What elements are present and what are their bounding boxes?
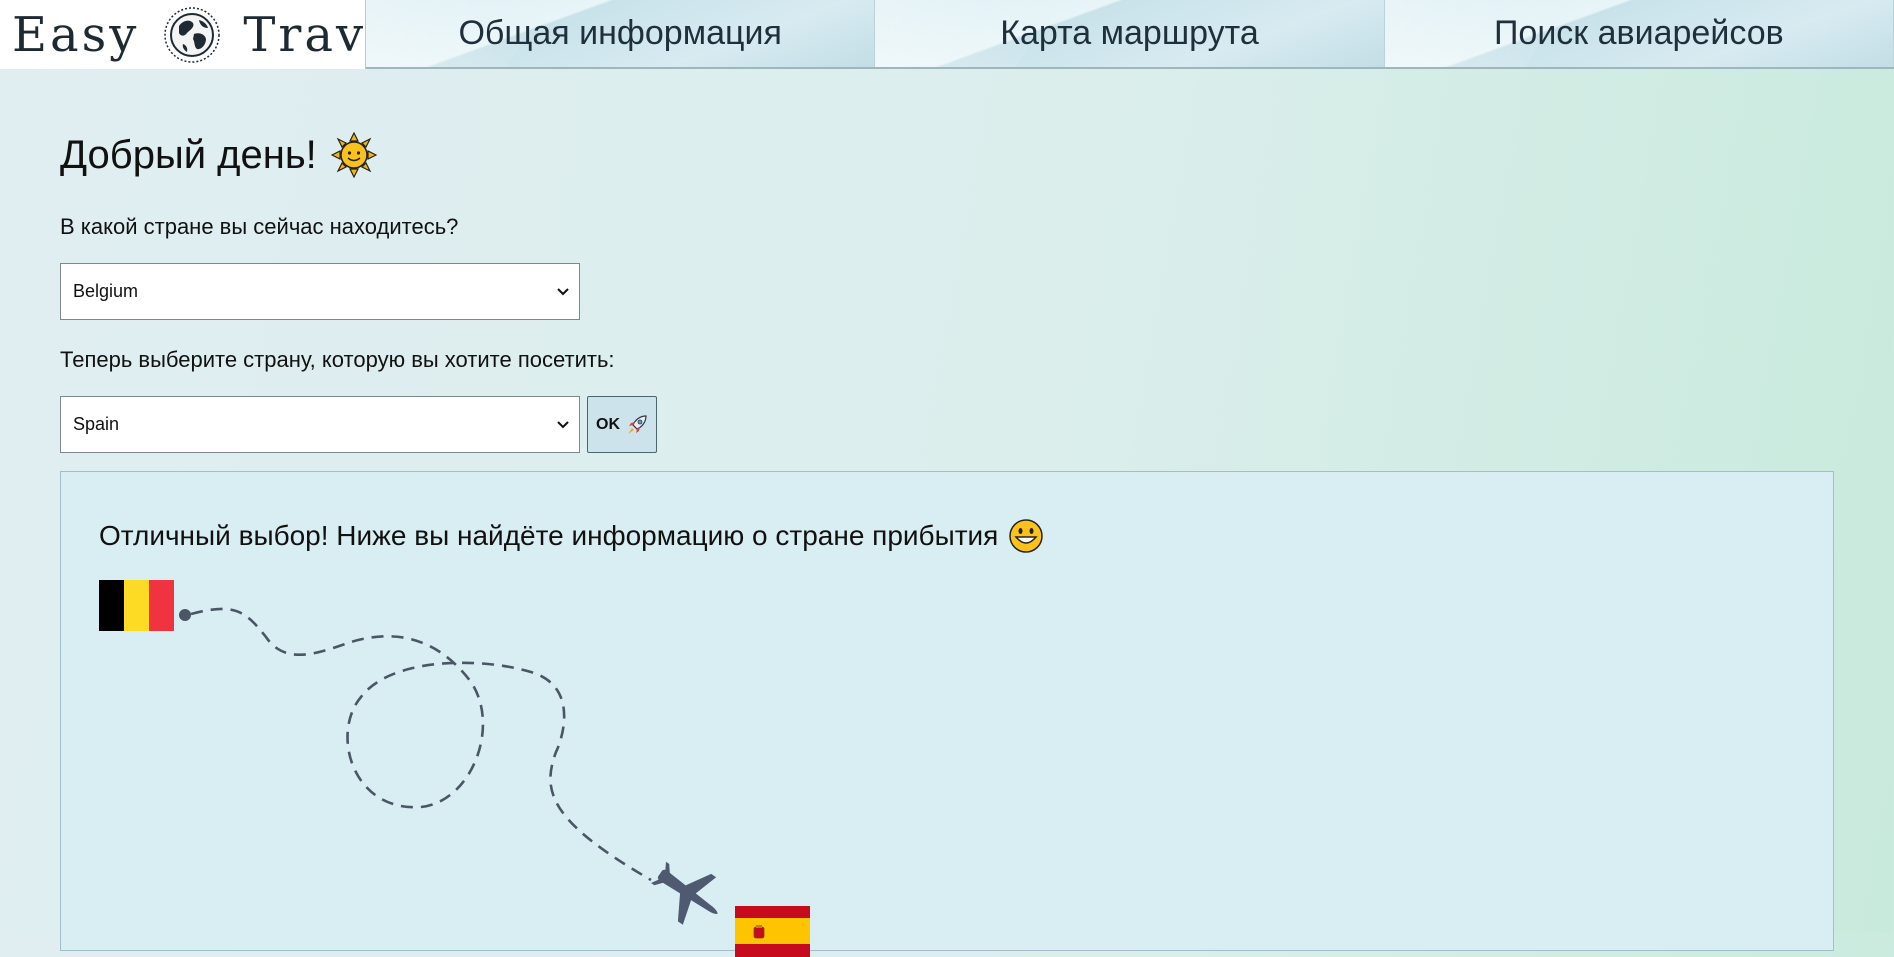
logo-word-easy: Easy: [12, 6, 140, 63]
sun-icon: [330, 131, 378, 179]
flag-spain-red-bottom: [735, 944, 810, 957]
rocket-icon: [626, 414, 648, 436]
nav-flight-search-label: Поиск авиарейсов: [1493, 14, 1784, 52]
ok-button-label: OK: [596, 415, 620, 433]
nav-general-info[interactable]: Общая информация: [366, 0, 876, 67]
logo[interactable]: Easy Travel: [0, 0, 413, 69]
destination-info-panel: Отличный выбор! Ниже вы найдёте информац…: [60, 471, 1834, 957]
chevron-down-icon: [557, 283, 569, 301]
nav-route-map-label: Карта маршрута: [1000, 14, 1259, 52]
globe-icon: [163, 6, 221, 64]
destination-country-value: Spain: [73, 414, 120, 434]
airplane-icon: [648, 860, 728, 926]
greeting-heading: Добрый день!: [60, 131, 378, 179]
coat-of-arms-icon: [751, 924, 767, 940]
nav-flight-search[interactable]: Поиск авиарейсов: [1384, 0, 1894, 67]
destination-country-select[interactable]: Spain: [60, 396, 580, 453]
nav-route-map[interactable]: Карта маршрута: [875, 0, 1385, 67]
main-nav: Общая информация Карта маршрута Поиск ав…: [366, 0, 1894, 67]
chevron-down-icon: [557, 416, 569, 434]
current-country-select[interactable]: Belgium: [60, 263, 580, 320]
ok-button[interactable]: OK: [587, 396, 657, 453]
destination-country-label: Теперь выберите страну, которую вы хотит…: [60, 347, 615, 372]
route-path: [179, 607, 652, 882]
flag-spain: [735, 906, 810, 957]
flag-spain-red-top: [735, 906, 810, 918]
current-country-value: Belgium: [73, 281, 139, 301]
top-header: Easy Travel Общая информация Карта маршр…: [0, 0, 1894, 69]
flag-spain-yellow-band: [735, 918, 810, 944]
current-country-label: В какой стране вы сейчас находитесь?: [60, 214, 459, 239]
grinning-face-icon: [1008, 518, 1044, 554]
greeting-text: Добрый день!: [60, 132, 317, 177]
nav-general-info-label: Общая информация: [458, 14, 782, 52]
